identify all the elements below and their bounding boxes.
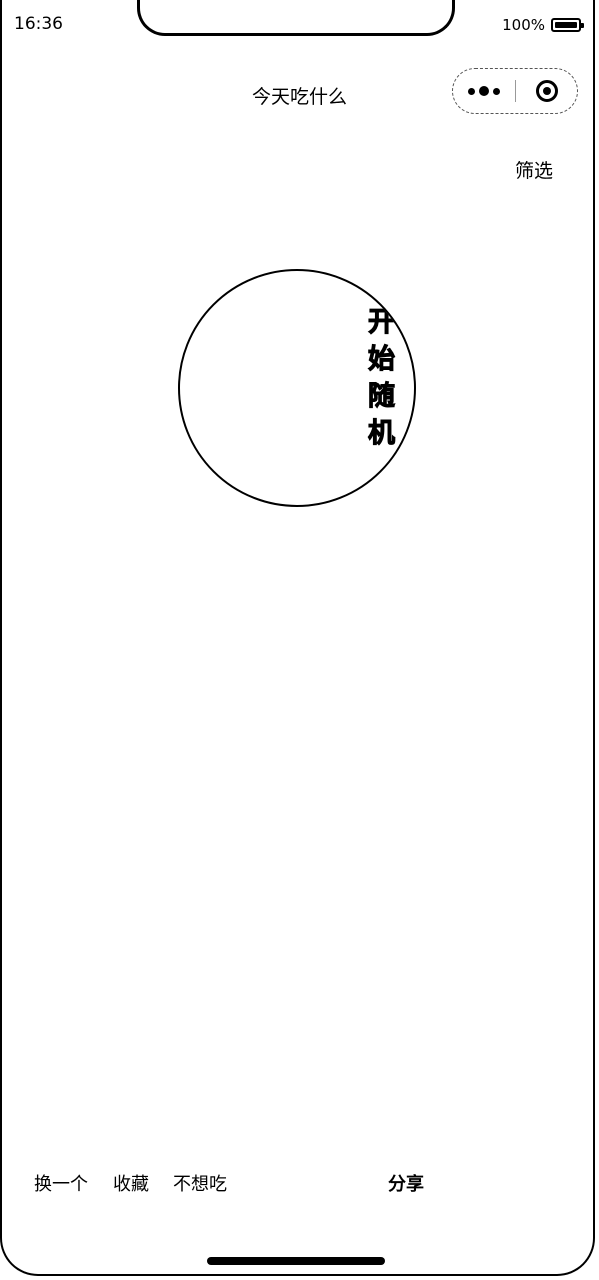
status-time: 16:36 bbox=[14, 14, 63, 34]
device-notch bbox=[137, 0, 455, 36]
device-frame bbox=[0, 0, 595, 1276]
random-start-label: 开始随机 bbox=[363, 307, 395, 456]
filter-button[interactable]: 筛选 bbox=[515, 156, 553, 183]
battery-icon bbox=[551, 18, 584, 32]
status-right: 100% bbox=[502, 16, 584, 34]
change-button[interactable]: 换一个 bbox=[34, 1170, 88, 1196]
battery-percent: 100% bbox=[502, 16, 545, 34]
favorite-button[interactable]: 收藏 bbox=[113, 1170, 149, 1196]
random-start-button[interactable]: 开始随机 bbox=[178, 269, 416, 507]
target-close-icon[interactable] bbox=[516, 69, 577, 113]
share-button[interactable]: 分享 bbox=[388, 1170, 424, 1196]
home-indicator bbox=[207, 1257, 385, 1265]
dislike-button[interactable]: 不想吃 bbox=[173, 1170, 227, 1196]
more-dots-icon[interactable] bbox=[453, 69, 515, 113]
miniprogram-capsule bbox=[452, 68, 578, 114]
bottom-action-bar: 换一个 收藏 不想吃 分享 bbox=[0, 1170, 599, 1198]
battery-fill bbox=[555, 22, 577, 28]
